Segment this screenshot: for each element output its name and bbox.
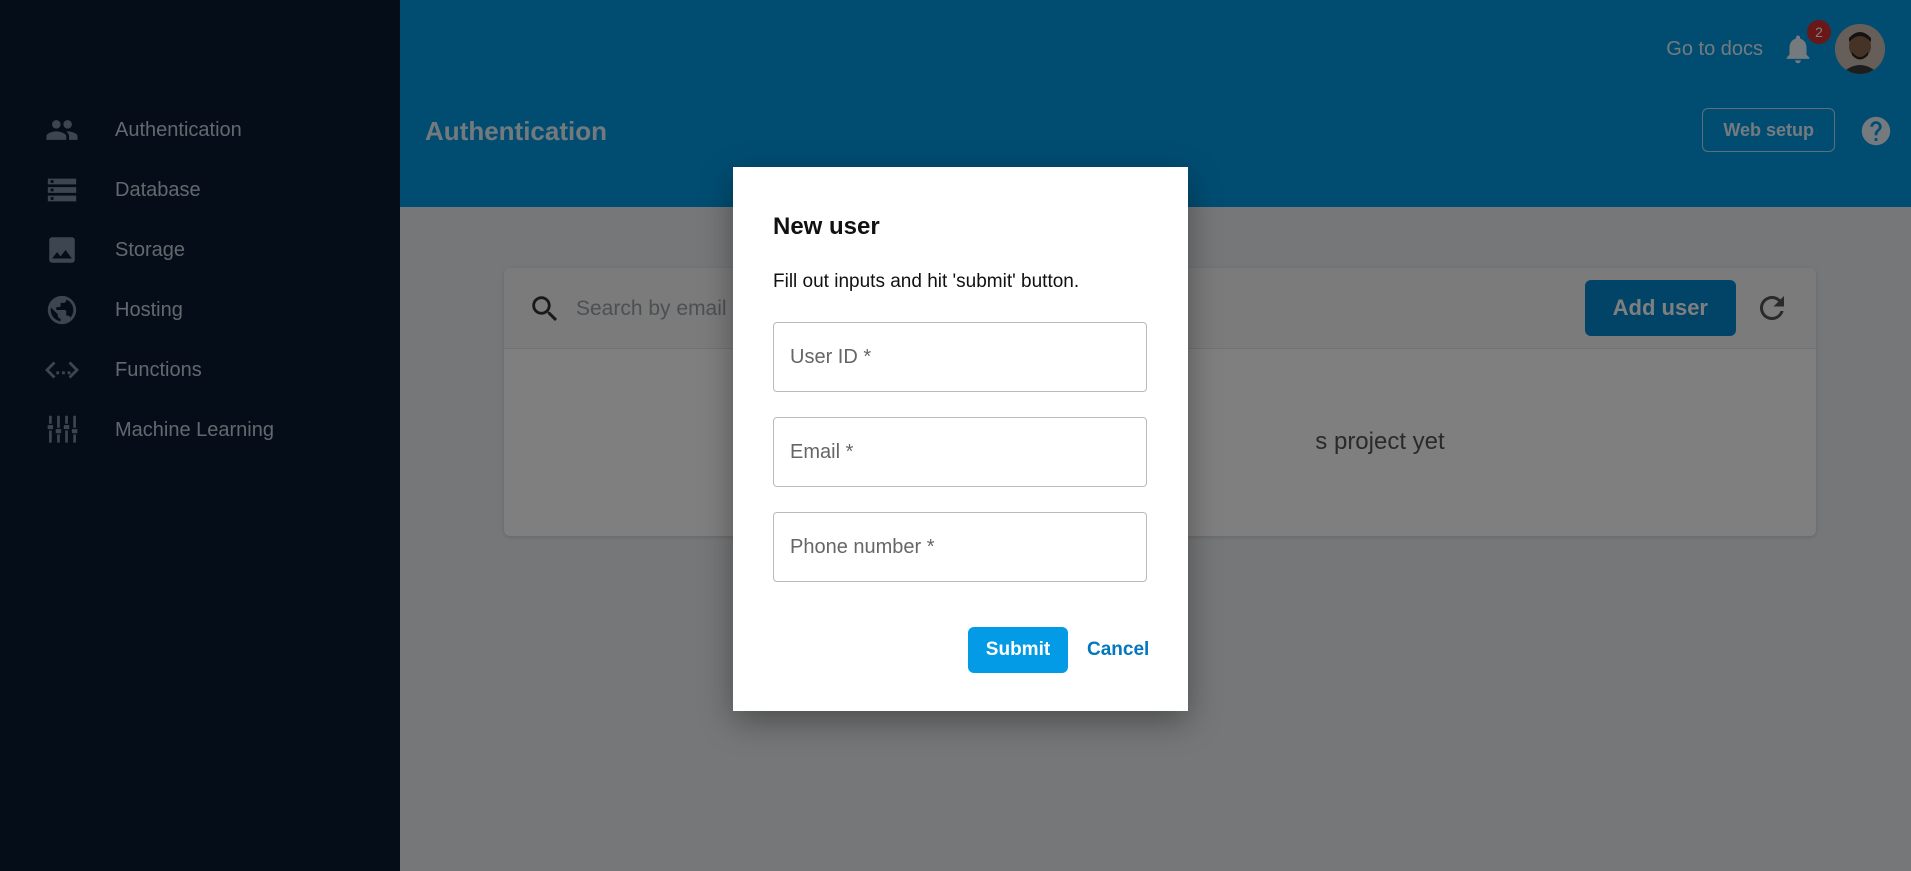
phone-field xyxy=(773,512,1147,582)
cancel-button[interactable]: Cancel xyxy=(1079,627,1157,673)
dialog-description: Fill out inputs and hit 'submit' button. xyxy=(773,271,1080,292)
email-field xyxy=(773,417,1147,487)
submit-button[interactable]: Submit xyxy=(968,627,1068,673)
new-user-dialog: New user Fill out inputs and hit 'submit… xyxy=(733,167,1188,711)
email-input[interactable] xyxy=(774,418,1146,486)
user-id-field xyxy=(773,322,1147,392)
user-id-input[interactable] xyxy=(774,323,1146,391)
phone-input[interactable] xyxy=(774,513,1146,581)
dialog-title: New user xyxy=(773,213,880,240)
